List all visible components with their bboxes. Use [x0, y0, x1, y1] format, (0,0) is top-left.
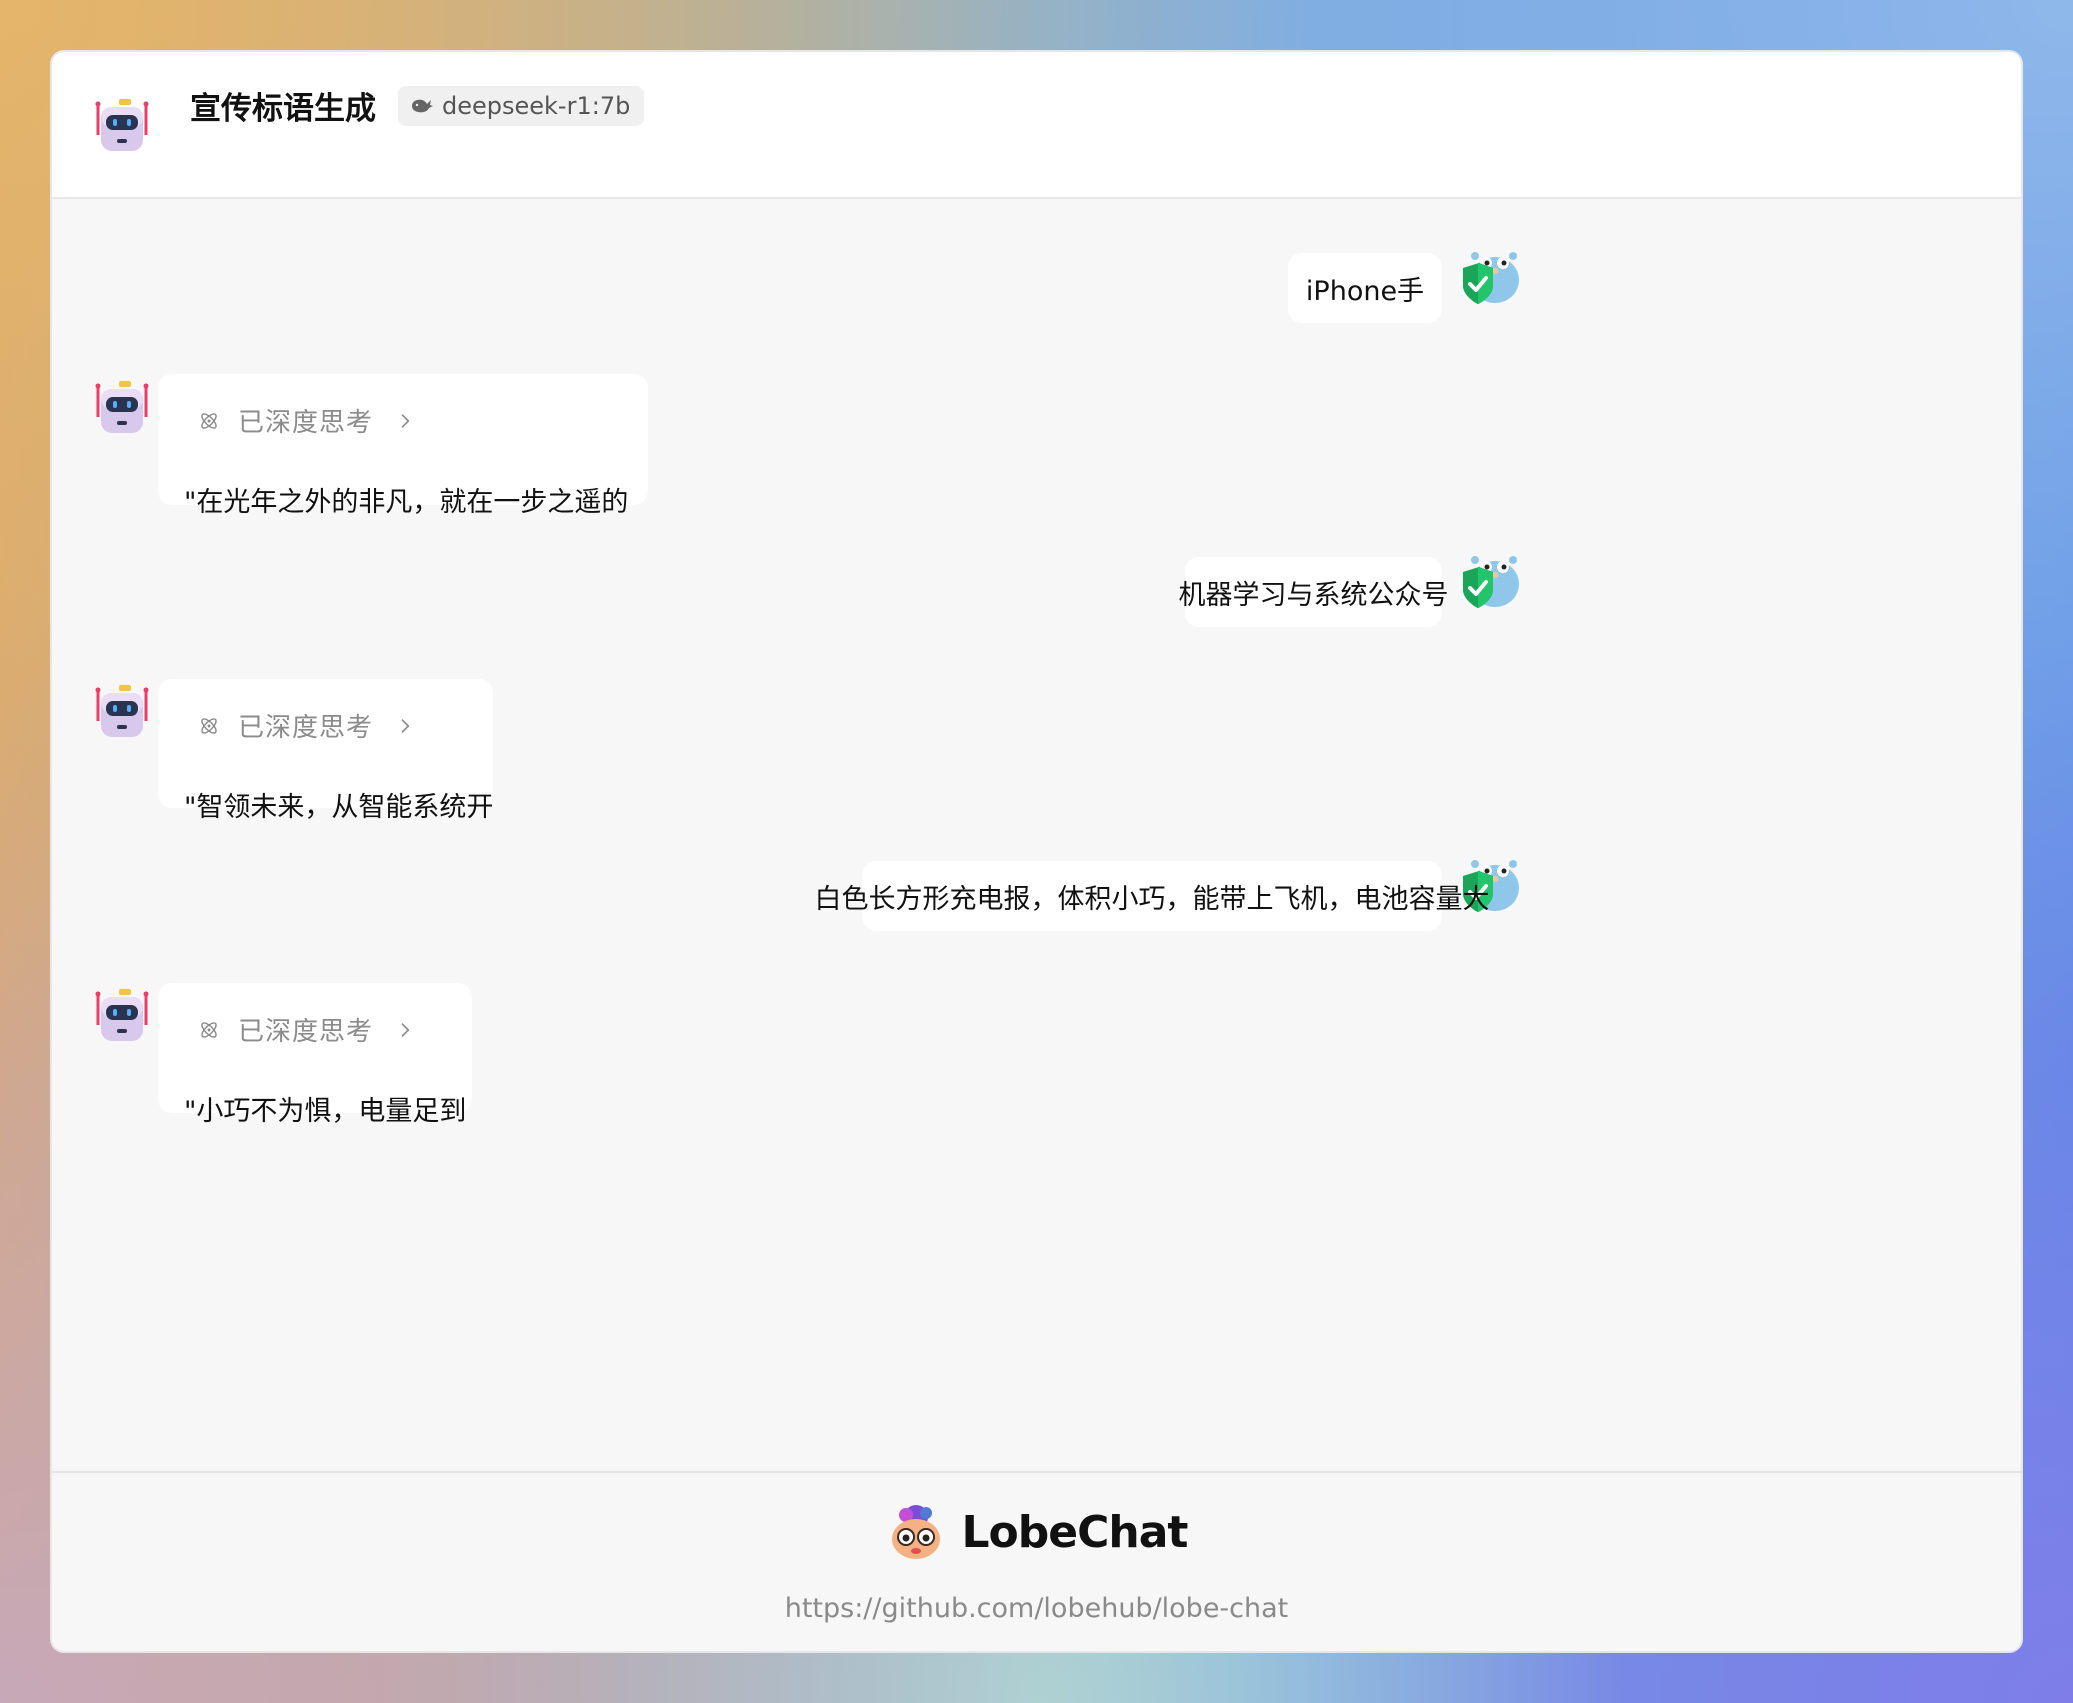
assistant-message-text: "小巧不为惧，电量足到: [184, 1096, 467, 1127]
robot-icon: [92, 985, 152, 1045]
robot-icon: [92, 377, 152, 437]
chat-title: 宣传标语生成: [190, 91, 376, 127]
assistant-message-text: "在光年之外的非凡，就在一步之遥的: [184, 487, 629, 518]
assistant-message-bubble: 已深度思考 "小巧不为惧，电量足到: [158, 983, 472, 1127]
atom-icon: [198, 1019, 220, 1041]
atom-icon: [198, 410, 220, 432]
atom-icon: [198, 715, 220, 737]
whale-icon: [412, 99, 433, 113]
robot-icon: [92, 95, 152, 155]
thinking-label: 已深度思考: [238, 408, 374, 438]
chat-window: 宣传标语生成 deepseek-r1:7b iPhone手 已深度思考 "在光年…: [50, 50, 2023, 1653]
robot-icon: [92, 681, 152, 741]
thinking-toggle[interactable]: 已深度思考: [198, 707, 415, 744]
user-message-text: iPhone手: [1305, 275, 1425, 307]
thinking-toggle[interactable]: 已深度思考: [198, 1011, 415, 1048]
chevron-right-icon: [395, 716, 415, 736]
user-message-text: 机器学习与系统公众号: [1178, 579, 1449, 611]
assistant-message-bubble: 已深度思考 "智领未来，从智能系统开: [158, 679, 493, 823]
chat-header: 宣传标语生成 deepseek-r1:7b: [52, 52, 2021, 199]
brand-name: LobeChat: [961, 1506, 1189, 1558]
chevron-right-icon: [395, 1020, 415, 1040]
message-list: iPhone手 已深度思考 "在光年之外的非凡，就在一步之遥的 机器学习与系统公…: [52, 199, 2021, 1522]
assistant-message-bubble: 已深度思考 "在光年之外的非凡，就在一步之遥的: [158, 374, 648, 518]
lobe-icon: [891, 1505, 940, 1559]
gopher-shield-icon: [1461, 246, 1521, 306]
user-message-bubble: iPhone手: [1288, 253, 1442, 323]
user-message-bubble: 机器学习与系统公众号: [1179, 557, 1449, 627]
model-tag[interactable]: deepseek-r1:7b: [398, 86, 645, 126]
thinking-toggle[interactable]: 已深度思考: [198, 402, 415, 439]
user-message-bubble: 白色长方形充电报，体积小巧，能带上飞机，电池容量大: [815, 861, 1490, 931]
gopher-shield-icon: [1461, 550, 1521, 610]
brand: LobeChat: [886, 1503, 1188, 1561]
thinking-label: 已深度思考: [238, 713, 374, 743]
assistant-message-text: "智领未来，从智能系统开: [184, 792, 494, 823]
model-name: deepseek-r1:7b: [442, 92, 631, 120]
chevron-right-icon: [395, 411, 415, 431]
user-message-text: 白色长方形充电报，体积小巧，能带上飞机，电池容量大: [814, 883, 1490, 915]
thinking-label: 已深度思考: [238, 1017, 374, 1047]
footer: LobeChat https://github.com/lobehub/lobe…: [52, 1471, 2021, 1651]
repo-link[interactable]: https://github.com/lobehub/lobe-chat: [52, 1593, 2021, 1624]
